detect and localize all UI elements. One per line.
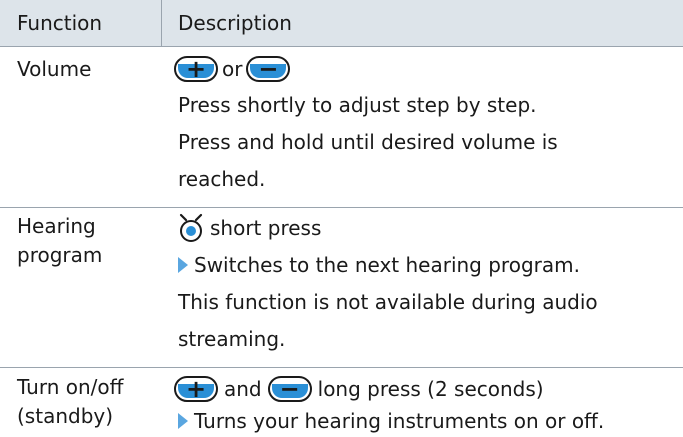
- header-function: Function: [17, 11, 103, 35]
- row-onoff-function-1: Turn on/off: [17, 375, 124, 399]
- program-result: Switches to the next hearing program.: [178, 250, 580, 280]
- long-press-text: long press (2 seconds): [317, 377, 544, 401]
- row-onoff-action: + and − long press (2 seconds): [174, 374, 544, 404]
- function-table: Function Description Volume + or − Press…: [0, 0, 683, 437]
- program-line-2: streaming.: [178, 327, 286, 351]
- row-program-function-1: Hearing: [17, 214, 96, 238]
- onoff-result: Turns your hearing instruments on or off…: [178, 406, 604, 436]
- plus-button-icon: +: [174, 55, 218, 83]
- row-volume-function: Volume: [17, 57, 92, 81]
- or-text: or: [222, 57, 243, 81]
- row-program-function-2: program: [17, 243, 103, 267]
- plus-button-icon: +: [174, 375, 218, 403]
- row-onoff-function-2: (standby): [17, 404, 114, 428]
- row-divider-2: [0, 367, 683, 368]
- row-volume-buttons: + or −: [174, 54, 291, 84]
- row-divider-1: [0, 207, 683, 208]
- volume-line-3: reached.: [178, 167, 266, 191]
- and-text: and: [224, 377, 262, 401]
- play-arrow-icon: [178, 257, 188, 273]
- program-button-icon: [179, 213, 203, 242]
- header-divider: [161, 0, 162, 46]
- short-press-text: short press: [210, 216, 322, 240]
- minus-button-icon: −: [267, 375, 312, 403]
- row-program-action: short press: [178, 213, 321, 243]
- header-description: Description: [178, 11, 292, 35]
- table-header: Function Description: [0, 0, 683, 47]
- volume-line-1: Press shortly to adjust step by step.: [178, 93, 537, 117]
- minus-button-icon: −: [246, 55, 291, 83]
- program-line-1: This function is not available during au…: [178, 290, 598, 314]
- volume-line-2: Press and hold until desired volume is: [178, 130, 558, 154]
- play-arrow-icon: [178, 413, 188, 429]
